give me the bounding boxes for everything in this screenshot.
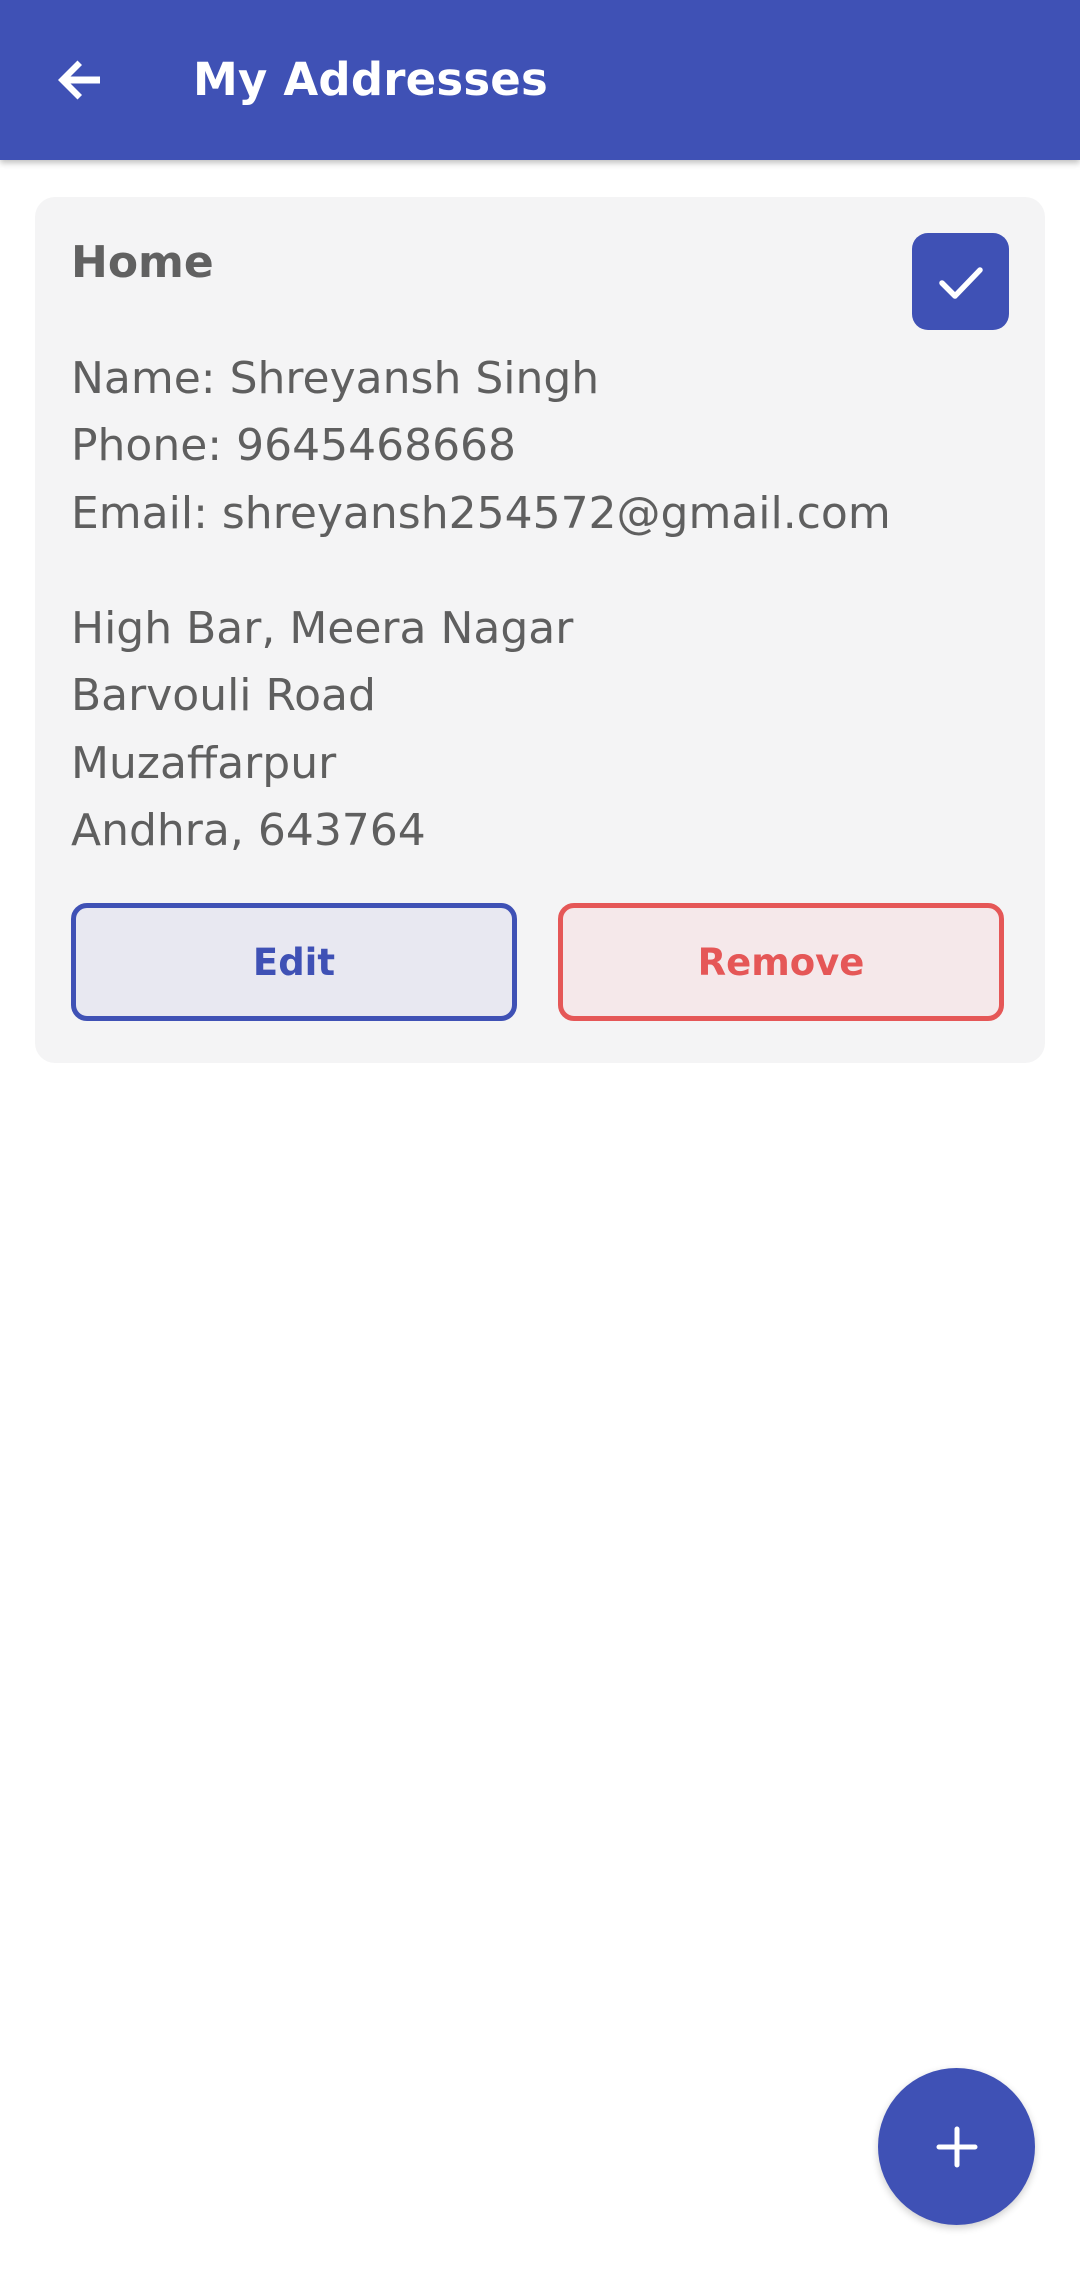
plus-icon — [936, 2126, 977, 2167]
address-label: Home — [71, 237, 214, 288]
address-line-1: High Bar, Meera Nagar — [71, 603, 574, 654]
contact-name: Name: Shreyansh Singh — [71, 353, 600, 404]
check-icon — [938, 266, 983, 299]
address-card: Home Name: Shreyansh Singh Phone: 964546… — [35, 197, 1045, 1063]
address-city: Muzaffarpur — [71, 738, 337, 789]
contact-email: Email: shreyansh254572@gmail.com — [71, 488, 891, 539]
contact-phone: Phone: 9645468668 — [71, 420, 517, 471]
address-state-pin: Andhra, 643764 — [71, 805, 426, 856]
edit-button[interactable]: Edit — [71, 903, 517, 1021]
remove-button[interactable]: Remove — [558, 903, 1004, 1021]
back-button[interactable] — [40, 40, 120, 120]
app-bar: My Addresses — [0, 0, 1080, 160]
add-address-button[interactable] — [878, 2068, 1035, 2225]
address-line-2: Barvouli Road — [71, 670, 376, 721]
page-title: My Addresses — [193, 53, 549, 106]
default-address-checkbox[interactable] — [912, 233, 1009, 330]
arrow-back-icon — [58, 60, 100, 100]
